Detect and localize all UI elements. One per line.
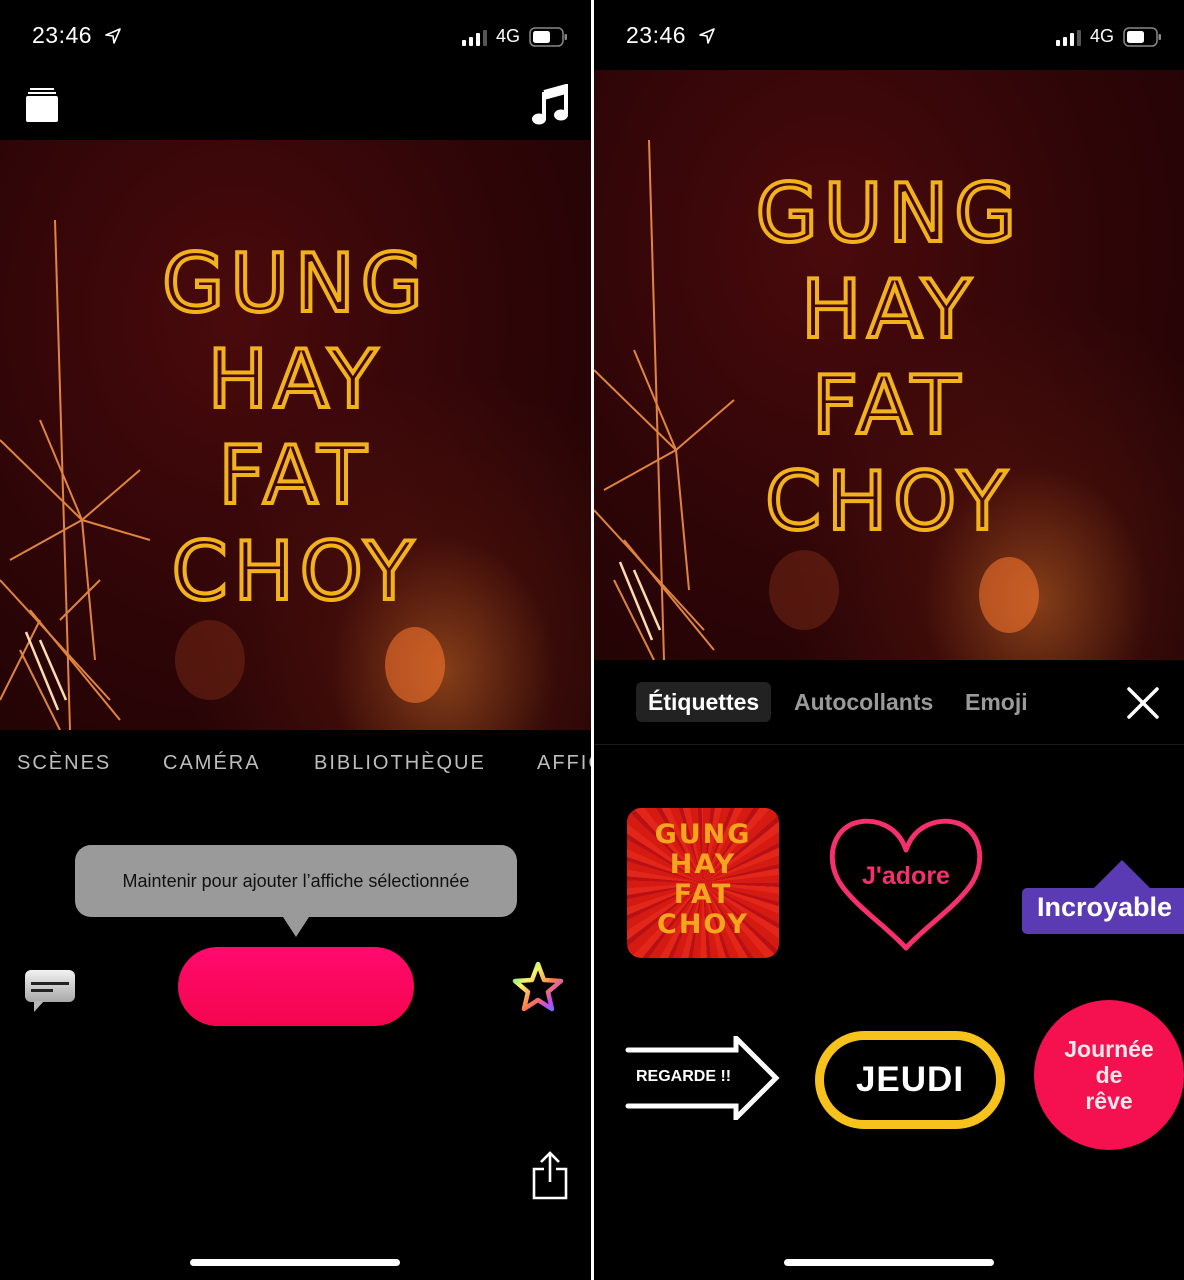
share-icon[interactable] bbox=[530, 1150, 570, 1202]
sticker-tabs: Étiquettes Autocollants Emoji bbox=[594, 660, 1184, 745]
location-arrow-icon bbox=[699, 28, 715, 44]
live-titles-icon[interactable] bbox=[24, 968, 76, 1014]
poster-title-line: FAT bbox=[810, 357, 967, 454]
location-arrow-icon bbox=[105, 28, 121, 44]
sticker-poster-line: HAY bbox=[669, 849, 737, 880]
poster-preview[interactable]: GUNG HAY FAT CHOY bbox=[594, 70, 1184, 660]
poster-title-line: GUNG bbox=[754, 165, 1023, 262]
left-screen: 23:46 4G GUNG HAY FAT CHOY SCÈNES CAMÉRA… bbox=[0, 0, 591, 1280]
mode-tab-posters[interactable]: AFFIC bbox=[537, 752, 591, 775]
poster-title-line: CHOY bbox=[170, 523, 420, 620]
effects-star-icon[interactable] bbox=[510, 960, 566, 1014]
signal-icon bbox=[1056, 30, 1081, 46]
home-indicator[interactable] bbox=[784, 1259, 994, 1266]
sticker-journee-de-reve[interactable]: Journée de rêve bbox=[1034, 1000, 1184, 1150]
poster-title-line: HAY bbox=[206, 331, 384, 428]
status-time: 23:46 bbox=[32, 22, 93, 48]
mode-tab-library[interactable]: BIBLIOTHÈQUE bbox=[314, 752, 486, 775]
poster-title-line: FAT bbox=[216, 427, 373, 524]
status-time: 23:46 bbox=[626, 22, 687, 48]
sticker-poster-line: CHOY bbox=[657, 909, 749, 940]
poster-title-line: CHOY bbox=[763, 453, 1013, 550]
tab-emoji[interactable]: Emoji bbox=[953, 682, 1040, 722]
sticker-journee-line: Journée bbox=[1064, 1036, 1154, 1062]
sticker-jeudi[interactable]: JEUDI bbox=[815, 1031, 1005, 1129]
poster-preview[interactable]: GUNG HAY FAT CHOY bbox=[0, 140, 591, 730]
sticker-jadore-label: J'adore bbox=[862, 862, 950, 890]
sticker-regarde[interactable]: REGARDE !! bbox=[624, 1031, 784, 1125]
projects-stack-icon[interactable] bbox=[24, 86, 60, 124]
sticker-journee-line: rêve bbox=[1085, 1088, 1133, 1114]
poster-title-line: GUNG bbox=[160, 235, 429, 332]
sticker-poster-line: GUNG bbox=[654, 819, 752, 850]
sticker-journee-line: de bbox=[1095, 1062, 1123, 1088]
battery-icon bbox=[529, 27, 567, 47]
sticker-poster-line: FAT bbox=[673, 879, 733, 910]
sticker-jadore[interactable]: J'adore bbox=[828, 812, 984, 954]
record-button[interactable] bbox=[178, 947, 414, 1026]
tab-autocollants[interactable]: Autocollants bbox=[782, 682, 945, 722]
close-icon[interactable] bbox=[1126, 686, 1160, 720]
sticker-gung-hay-fat-choy[interactable]: GUNG HAY FAT CHOY bbox=[627, 808, 779, 958]
sticker-regarde-label: REGARDE !! bbox=[636, 1068, 732, 1085]
hold-tooltip: Maintenir pour ajouter l’affiche sélecti… bbox=[75, 845, 517, 937]
home-indicator[interactable] bbox=[190, 1259, 400, 1266]
network-type: 4G bbox=[1090, 26, 1115, 46]
sticker-jeudi-label: JEUDI bbox=[855, 1060, 965, 1099]
poster-title: GUNG HAY FAT CHOY bbox=[0, 235, 591, 620]
status-bar: 23:46 4G bbox=[594, 0, 1184, 70]
music-note-icon[interactable] bbox=[530, 84, 570, 126]
poster-title-line: HAY bbox=[799, 261, 977, 358]
tab-etiquettes[interactable]: Étiquettes bbox=[636, 682, 772, 722]
network-type: 4G bbox=[496, 26, 521, 46]
mode-tabs: SCÈNES CAMÉRA BIBLIOTHÈQUE AFFIC bbox=[0, 748, 591, 782]
sticker-incroyable[interactable]: Incroyable bbox=[1022, 858, 1184, 938]
top-bar bbox=[0, 70, 591, 140]
sticker-poster-text: GUNG HAY FAT CHOY bbox=[627, 820, 779, 940]
signal-icon bbox=[462, 30, 487, 46]
status-bar: 23:46 4G bbox=[0, 0, 591, 70]
sticker-incroyable-label: Incroyable bbox=[1037, 892, 1173, 922]
battery-icon bbox=[1123, 27, 1161, 47]
right-screen: 23:46 4G GUNG HAY FAT CHOY Étiquettes Au… bbox=[594, 0, 1184, 1280]
sticker-incroyable-peak bbox=[1092, 860, 1152, 890]
mode-tab-camera[interactable]: CAMÉRA bbox=[163, 752, 261, 775]
poster-title: GUNG HAY FAT CHOY bbox=[594, 165, 1184, 550]
mode-tab-scenes[interactable]: SCÈNES bbox=[17, 752, 111, 775]
